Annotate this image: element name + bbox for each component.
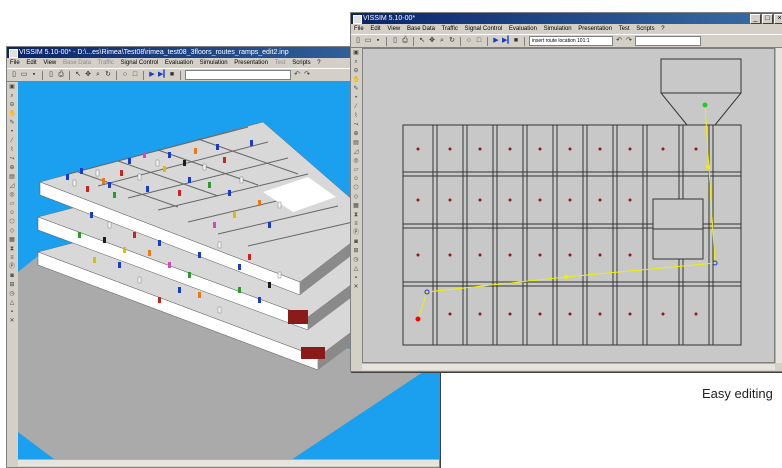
caption-text: Easy editing [702, 386, 773, 401]
horizontal-scrollbar-3d[interactable] [18, 459, 439, 466]
caption-clip: Easy editing [0, 0, 782, 450]
